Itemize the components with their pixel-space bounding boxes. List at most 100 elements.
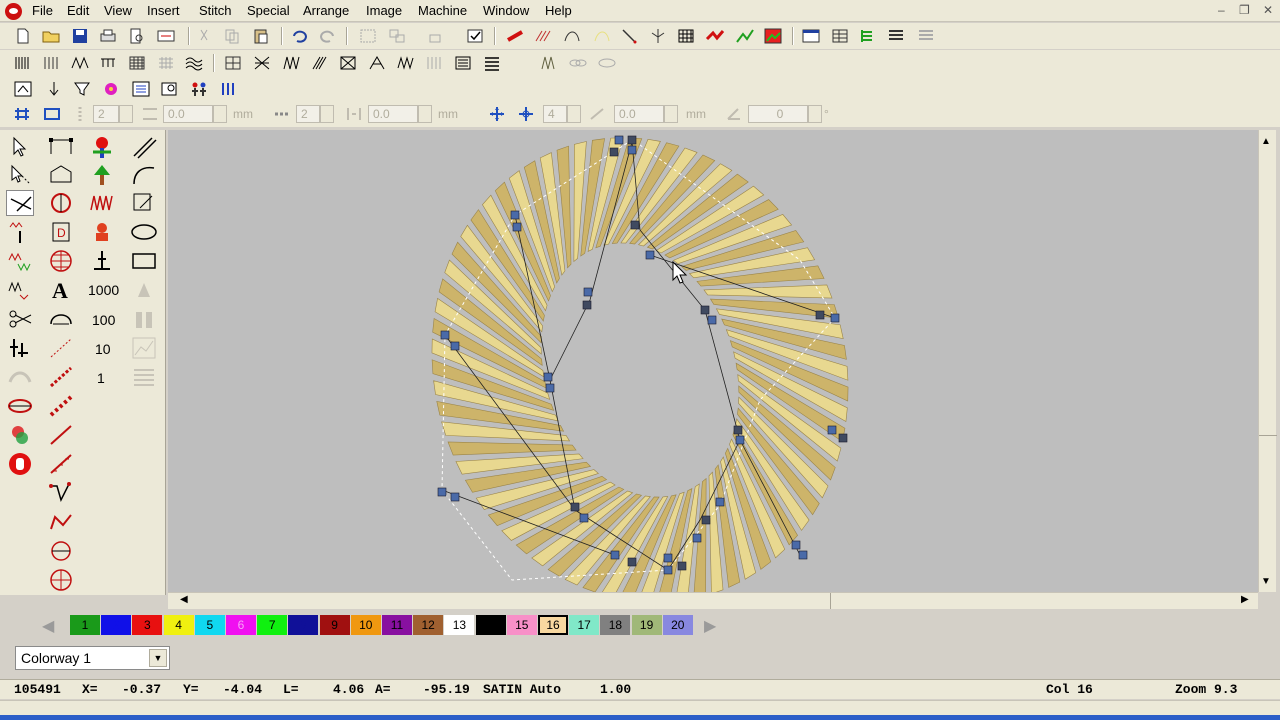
control-node[interactable]: [701, 515, 711, 525]
stitch-line-icon[interactable]: [47, 451, 75, 477]
width-icon[interactable]: [140, 105, 160, 123]
control-node[interactable]: [707, 315, 717, 325]
scissors-icon[interactable]: [6, 306, 34, 332]
circle-grid-icon[interactable]: [47, 567, 75, 593]
menu-special[interactable]: Special: [247, 3, 290, 18]
width-spinner[interactable]: [213, 105, 227, 123]
control-node[interactable]: [733, 425, 743, 435]
move-center-icon[interactable]: [516, 105, 536, 123]
control-node[interactable]: [715, 497, 725, 507]
menu-insert[interactable]: Insert: [147, 3, 180, 18]
control-node[interactable]: [610, 550, 620, 560]
chain-line-icon[interactable]: [47, 364, 75, 390]
fan-icon[interactable]: [6, 364, 34, 390]
rectangle-icon[interactable]: [130, 248, 158, 274]
copies-field[interactable]: 4: [543, 105, 567, 123]
horizontal-scrollbar[interactable]: ◀ ▶: [168, 592, 1258, 609]
shape-edit-icon[interactable]: [47, 162, 75, 188]
menu-window[interactable]: Window: [483, 3, 529, 18]
stitch-count-1-button[interactable]: 1: [97, 370, 105, 386]
curve-icon[interactable]: [47, 509, 75, 535]
check-icon[interactable]: [465, 27, 485, 45]
menu-help[interactable]: Help: [545, 3, 572, 18]
auto-digitize-icon[interactable]: [13, 80, 33, 98]
object-list-icon[interactable]: [886, 27, 906, 45]
stamp-disabled-icon[interactable]: [130, 277, 158, 303]
flower-icon[interactable]: [101, 80, 121, 98]
control-node[interactable]: [798, 550, 808, 560]
control-node[interactable]: [692, 533, 702, 543]
needle-icon[interactable]: [619, 27, 639, 45]
control-node[interactable]: [627, 135, 637, 145]
stop-hand-icon[interactable]: [6, 451, 34, 477]
control-node[interactable]: [700, 305, 710, 315]
control-node[interactable]: [570, 502, 580, 512]
select-arrow-icon[interactable]: [6, 134, 34, 160]
align-grid-icon[interactable]: [12, 105, 32, 123]
list-disabled-icon[interactable]: [130, 364, 158, 390]
color-swatch-15[interactable]: 15: [506, 615, 537, 635]
stitch-count-1000-button[interactable]: 1000: [88, 282, 119, 298]
tree-art-icon[interactable]: [88, 162, 116, 188]
zigzag-stitch-icon[interactable]: [70, 54, 90, 72]
control-node[interactable]: [827, 425, 837, 435]
undo-icon[interactable]: [289, 27, 309, 45]
wave-fill-icon[interactable]: [184, 54, 204, 72]
control-node[interactable]: [437, 487, 447, 497]
menu-view[interactable]: View: [104, 3, 132, 18]
chart-disabled-icon[interactable]: [130, 335, 158, 361]
color-swatch-11[interactable]: 11: [382, 615, 412, 635]
parallel-lines-icon[interactable]: [130, 134, 158, 160]
control-node[interactable]: [609, 147, 619, 157]
color-swatch-14[interactable]: 14: [475, 615, 506, 635]
chain-icon[interactable]: [568, 54, 588, 72]
settings-icon[interactable]: [159, 80, 179, 98]
offset-spinner[interactable]: [664, 105, 678, 123]
tie-in-icon[interactable]: [6, 335, 34, 361]
color-swatch-9[interactable]: 9: [319, 615, 350, 635]
color-swatch-1[interactable]: 1: [70, 615, 100, 635]
col-count-field[interactable]: 2: [296, 105, 320, 123]
copies-spinner[interactable]: [567, 105, 581, 123]
control-node[interactable]: [663, 565, 673, 575]
color-swatch-17[interactable]: 17: [569, 615, 600, 635]
colorway-select[interactable]: Colorway 1 ▼: [15, 646, 170, 670]
stitch-simulator-icon[interactable]: [156, 27, 176, 45]
pin-tool-icon[interactable]: [88, 248, 116, 274]
color-swatch-2[interactable]: 2: [101, 615, 132, 635]
group-icon[interactable]: [358, 27, 378, 45]
control-node[interactable]: [677, 561, 687, 571]
point-select-icon[interactable]: [6, 162, 34, 188]
angle-spinner[interactable]: [808, 105, 822, 123]
thread-red-icon[interactable]: [505, 27, 525, 45]
palette-prev-icon[interactable]: ◀: [42, 616, 54, 636]
minimize-icon[interactable]: –: [1218, 3, 1225, 17]
paste-icon[interactable]: [251, 27, 271, 45]
line-icon[interactable]: [47, 422, 75, 448]
cut-icon[interactable]: [194, 27, 214, 45]
color-swatch-20[interactable]: 20: [662, 615, 693, 635]
lettering-list-icon[interactable]: [482, 54, 502, 72]
control-node[interactable]: [450, 492, 460, 502]
polyline-icon[interactable]: [47, 480, 75, 506]
lock-icon[interactable]: [425, 27, 445, 45]
chenille-icon[interactable]: [597, 54, 617, 72]
color-swatch-4[interactable]: 4: [163, 615, 194, 635]
menu-arrange[interactable]: Arrange: [303, 3, 349, 18]
control-node[interactable]: [735, 435, 745, 445]
motif-fill-icon[interactable]: [223, 54, 243, 72]
control-node[interactable]: [645, 250, 655, 260]
app-logo-icon[interactable]: [5, 3, 22, 20]
row-count-spinner[interactable]: [119, 105, 133, 123]
zigzag-tool-icon[interactable]: [88, 190, 116, 216]
needle-point-icon[interactable]: [44, 80, 64, 98]
knife-icon[interactable]: [6, 190, 34, 216]
width-field[interactable]: 0.0: [163, 105, 213, 123]
color-swatch-12[interactable]: 12: [413, 615, 444, 635]
outline-icon[interactable]: [562, 27, 582, 45]
restore-icon[interactable]: ❐: [1239, 3, 1250, 17]
height-field[interactable]: 0.0: [368, 105, 418, 123]
control-node[interactable]: [838, 433, 848, 443]
scroll-down-icon[interactable]: ▼: [1261, 576, 1271, 587]
control-node[interactable]: [614, 135, 624, 145]
